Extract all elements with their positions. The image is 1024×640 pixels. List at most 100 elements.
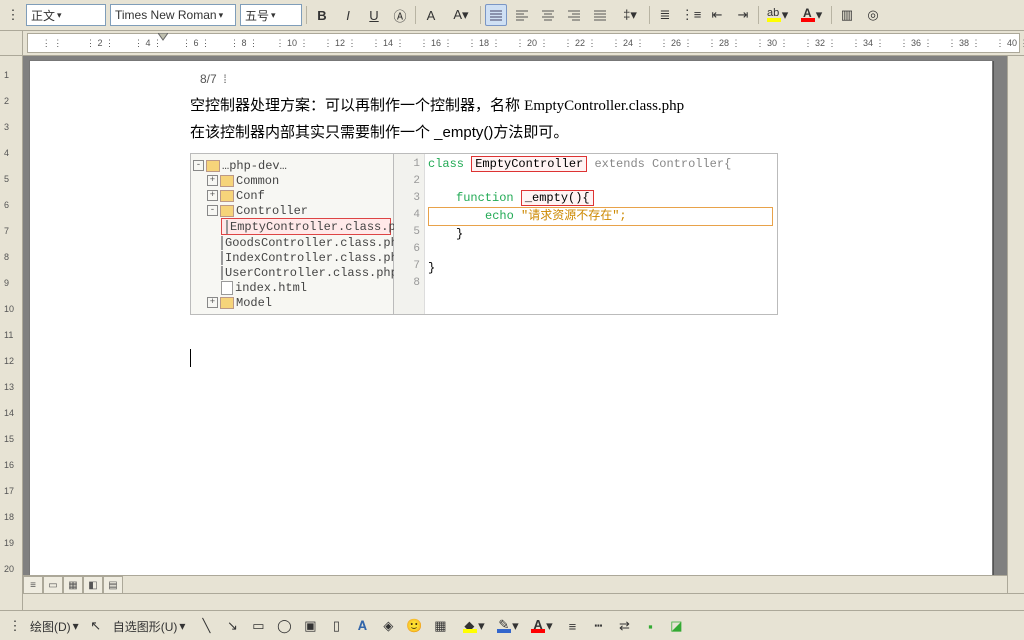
line-tool-button[interactable]: ╲	[195, 615, 217, 637]
line-spacing-button[interactable]: ‡▾	[615, 4, 645, 26]
columns-button[interactable]: ▥	[836, 4, 858, 26]
ruler-tick: ⋮ 6 ⋮	[172, 34, 220, 52]
dash-style-button[interactable]: ┅	[587, 615, 609, 637]
align-right-button[interactable]	[563, 4, 585, 26]
ruler-tick: ⋮ 18 ⋮	[460, 34, 508, 52]
bullets-button[interactable]: ⋮≡	[680, 4, 702, 26]
reading-layout-button[interactable]: ◎	[862, 4, 884, 26]
vruler-tick: 9	[4, 278, 9, 288]
ruler-tick: ⋮ 32 ⋮	[796, 34, 844, 52]
line-color-button[interactable]: ✎▾	[493, 615, 523, 637]
vruler-tick: 13	[4, 382, 14, 392]
gutter-line: 3	[394, 190, 420, 207]
insert-picture-button[interactable]: ▦	[429, 615, 451, 637]
editor-area: 1234567891011121314151617181920 8/7 ⁞ 空控…	[0, 56, 1024, 610]
style-value: 正文	[31, 7, 55, 24]
font-value: Times New Roman	[115, 8, 217, 22]
size-value: 五号	[245, 7, 269, 24]
document-page[interactable]: 8/7 ⁞ 空控制器处理方案：可以再制作一个控制器，名称 EmptyContro…	[29, 60, 993, 606]
ruler-tick: ⋮ 34 ⋮	[844, 34, 892, 52]
gutter-line: 5	[394, 224, 420, 241]
arrow-style-button[interactable]: ⇄	[613, 615, 635, 637]
diagram-button[interactable]: ◈	[377, 615, 399, 637]
align-center-button[interactable]	[537, 4, 559, 26]
vruler-tick: 10	[4, 304, 14, 314]
vruler-tick: 8	[4, 252, 9, 262]
text-run: 空控制器处理方案：可以再制作一个控制器，名称	[190, 97, 524, 114]
line-style-button[interactable]: ≡	[561, 615, 583, 637]
view-outline-button[interactable]: ▭	[43, 576, 63, 594]
rectangle-tool-button[interactable]: ▭	[247, 615, 269, 637]
ruler-tick: ⋮ 26 ⋮	[652, 34, 700, 52]
ruler-tick: ⋮ 24 ⋮	[604, 34, 652, 52]
chevron-down-icon: ▾	[57, 10, 62, 21]
char-scale-button[interactable]: A▾	[446, 4, 476, 26]
ruler-tick: ⋮ 38 ⋮	[940, 34, 988, 52]
ruler-tick: ⋮ 4 ⋮	[124, 34, 172, 52]
ruler-tick: ⋮ 16 ⋮	[412, 34, 460, 52]
shadow-button[interactable]: ▪	[639, 615, 661, 637]
chevron-down-icon: ▾	[219, 10, 224, 21]
vruler-tick: 6	[4, 200, 9, 210]
ruler-tick: ⋮ 2 ⋮	[76, 34, 124, 52]
vruler-tick: 14	[4, 408, 14, 418]
gutter-line: 1	[394, 156, 420, 173]
ruler-corner	[0, 31, 23, 55]
vruler-tick: 15	[4, 434, 14, 444]
document-body[interactable]: 8/7 ⁞ 空控制器处理方案：可以再制作一个控制器，名称 EmptyContro…	[190, 69, 950, 371]
highlight-button[interactable]: ab▾	[763, 4, 793, 26]
gutter-line: 8	[394, 275, 420, 292]
vruler-tick: 20	[4, 564, 14, 574]
ruler-vertical: 1234567891011121314151617181920	[0, 56, 23, 610]
code-gutter: 12345678	[394, 154, 425, 314]
ide-tree: -…php-dev… +Common +Conf -Controller Emp…	[191, 154, 394, 314]
vruler-tick: 11	[4, 330, 13, 340]
clipart-button[interactable]: 🙂	[403, 615, 425, 637]
ruler-tick: ⋮ 20 ⋮	[508, 34, 556, 52]
align-left-button[interactable]	[511, 4, 533, 26]
ruler-scale[interactable]: ⋮ ⋮⋮ 2 ⋮⋮ 4 ⋮⋮ 6 ⋮⋮ 8 ⋮⋮ 10 ⋮⋮ 12 ⋮⋮ 14 …	[27, 33, 1020, 53]
decrease-indent-button[interactable]: ⇤	[706, 4, 728, 26]
align-justify-button[interactable]	[485, 4, 507, 26]
font-color-button[interactable]: A▾	[797, 4, 827, 26]
tree-item: Model	[236, 293, 272, 313]
scrollbar-vertical[interactable]	[1007, 56, 1024, 610]
arrow-tool-button[interactable]: ↘	[221, 615, 243, 637]
textbox-tool-button[interactable]: ▣	[299, 615, 321, 637]
formatting-toolbar: ⋮ 正文 ▾ Times New Roman ▾ 五号 ▾ B I U Ⓐ A …	[0, 0, 1024, 31]
style-combo[interactable]: 正文 ▾	[26, 4, 106, 26]
view-web-button[interactable]: ▤	[103, 576, 123, 594]
vruler-tick: 3	[4, 122, 9, 132]
ruler-tick: ⋮ 22 ⋮	[556, 34, 604, 52]
vertical-textbox-button[interactable]: ▯	[325, 615, 347, 637]
numbering-button[interactable]: ≣	[654, 4, 676, 26]
ide-code: 12345678 class EmptyController extends C…	[394, 154, 777, 314]
align-distributed-button[interactable]	[589, 4, 611, 26]
gutter-line: 2	[394, 173, 420, 190]
ruler-tick: ⋮ 30 ⋮	[748, 34, 796, 52]
size-combo[interactable]: 五号 ▾	[240, 4, 302, 26]
wordart-button[interactable]: 𝐀	[351, 615, 373, 637]
text-run: 在该控制器内部其实只需要制作一个 _empty()方法即可。	[190, 124, 568, 141]
font-combo[interactable]: Times New Roman ▾	[110, 4, 236, 26]
fill-color-button[interactable]: ◆▾	[459, 615, 489, 637]
bold-button[interactable]: B	[311, 4, 333, 26]
autoshapes-menu[interactable]: 自选图形(U)▾	[111, 618, 188, 635]
ruler-tick: ⋮ 14 ⋮	[364, 34, 412, 52]
scrollbar-horizontal[interactable]	[23, 593, 1024, 610]
oval-tool-button[interactable]: ◯	[273, 615, 295, 637]
char-border-button[interactable]: Ⓐ	[389, 4, 411, 26]
underline-button[interactable]: U	[363, 4, 385, 26]
view-normal-button[interactable]: ≡	[23, 576, 43, 594]
font-color-draw-button[interactable]: A▾	[527, 615, 557, 637]
select-objects-button[interactable]: ↖	[85, 615, 107, 637]
italic-button[interactable]: I	[337, 4, 359, 26]
ruler-horizontal: ⋮ ⋮⋮ 2 ⋮⋮ 4 ⋮⋮ 6 ⋮⋮ 8 ⋮⋮ 10 ⋮⋮ 12 ⋮⋮ 14 …	[0, 31, 1024, 56]
code-body: class EmptyController extends Controller…	[424, 154, 777, 279]
char-shading-button[interactable]: A	[420, 4, 442, 26]
view-reading-button[interactable]: ◧	[83, 576, 103, 594]
increase-indent-button[interactable]: ⇥	[732, 4, 754, 26]
view-page-button[interactable]: ▦	[63, 576, 83, 594]
3d-button[interactable]: ◪	[665, 615, 687, 637]
draw-menu[interactable]: 绘图(D)▾	[28, 618, 81, 635]
